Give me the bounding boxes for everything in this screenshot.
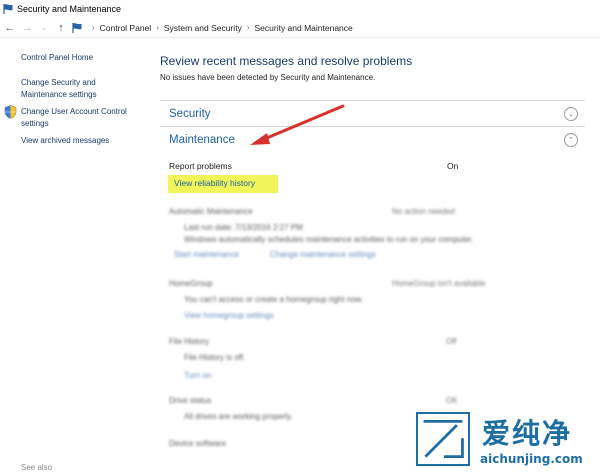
- breadcrumb: › Control Panel › System and Security › …: [71, 22, 353, 34]
- sidebar-item-change-security-line2[interactable]: Maintenance settings: [21, 89, 97, 101]
- file-history-description: File History is off.: [184, 353, 246, 362]
- expand-chevron-icon[interactable]: ⌄: [564, 107, 578, 121]
- last-run-date: Last run date: 7/13/2016 2:27 PM: [184, 223, 303, 232]
- see-also-label: See also: [21, 463, 53, 472]
- maintenance-description: Windows automatically schedules maintena…: [184, 235, 474, 244]
- sidebar-item-change-uac[interactable]: Change User Account Control: [21, 106, 127, 118]
- sidebar-item-view-archived[interactable]: View archived messages: [21, 135, 109, 147]
- drive-status-value: OK: [446, 396, 458, 405]
- chevron-right-icon: ›: [246, 23, 250, 32]
- homegroup-label: HomeGroup: [169, 279, 213, 288]
- automatic-maintenance-label: Automatic Maintenance: [169, 207, 253, 216]
- breadcrumb-control-panel[interactable]: Control Panel: [100, 23, 152, 33]
- automatic-maintenance-status: No action needed: [392, 207, 455, 216]
- watermark-chinese-text: 爱纯净: [482, 417, 573, 450]
- breadcrumb-flag-icon: [72, 22, 82, 33]
- breadcrumb-system-security[interactable]: System and Security: [164, 23, 242, 33]
- file-history-label: File History: [169, 337, 210, 346]
- address-bar: ← → ⌄ ↑ › Control Panel › System and Sec…: [0, 18, 600, 38]
- drive-status-label: Drive status: [169, 396, 212, 405]
- chevron-right-icon: ›: [92, 23, 95, 32]
- view-reliability-history-link[interactable]: View reliability history: [174, 178, 255, 188]
- turn-on-link[interactable]: Turn on: [184, 371, 211, 380]
- sidebar: Control Panel Home Change Security and M…: [0, 38, 150, 473]
- divider: [160, 100, 585, 101]
- homegroup-status: HomeGroup isn't available: [392, 279, 486, 288]
- up-arrow-icon[interactable]: ↑: [54, 20, 68, 36]
- report-problems-label: Report problems: [169, 161, 232, 171]
- sidebar-item-control-panel-home[interactable]: Control Panel Home: [21, 52, 93, 64]
- back-arrow-icon[interactable]: ←: [3, 20, 17, 36]
- watermark: 爱纯净 aichunjing.com: [410, 408, 600, 473]
- breadcrumb-security-maintenance[interactable]: Security and Maintenance: [254, 23, 352, 33]
- section-security-header[interactable]: Security: [169, 108, 211, 120]
- homegroup-description: You can't access or create a homegroup r…: [184, 295, 364, 304]
- device-software-label: Device software: [169, 439, 226, 448]
- red-arrow-icon: [250, 104, 345, 145]
- divider: [160, 126, 585, 127]
- title-bar: Security and Maintenance: [0, 0, 600, 18]
- status-message: No issues have been detected by Security…: [160, 73, 376, 82]
- file-history-status: Off: [446, 337, 457, 346]
- watermark-url: aichunjing.com: [480, 452, 583, 466]
- change-maintenance-settings-link[interactable]: Change maintenance settings: [270, 250, 376, 259]
- watermark-logo-icon: [416, 412, 470, 466]
- chevron-right-icon: ›: [156, 23, 159, 32]
- start-maintenance-link[interactable]: Start maintenance: [174, 250, 239, 259]
- recent-dropdown-icon[interactable]: ⌄: [37, 20, 51, 36]
- report-problems-status: On: [447, 161, 459, 171]
- sidebar-item-change-uac-line2[interactable]: settings: [21, 118, 49, 130]
- sidebar-item-change-security[interactable]: Change Security and: [21, 77, 96, 89]
- page-title: Review recent messages and resolve probl…: [160, 54, 413, 68]
- security-flag-icon: [3, 4, 13, 14]
- drive-status-description: All drives are working properly.: [184, 412, 293, 421]
- collapse-chevron-icon[interactable]: ⌃: [564, 133, 578, 147]
- window-title: Security and Maintenance: [17, 4, 122, 14]
- section-maintenance-header[interactable]: Maintenance: [169, 134, 235, 146]
- view-homegroup-settings-link[interactable]: View homegroup settings: [184, 311, 274, 320]
- forward-arrow-icon[interactable]: →: [20, 20, 34, 36]
- uac-shield-icon: [4, 105, 17, 119]
